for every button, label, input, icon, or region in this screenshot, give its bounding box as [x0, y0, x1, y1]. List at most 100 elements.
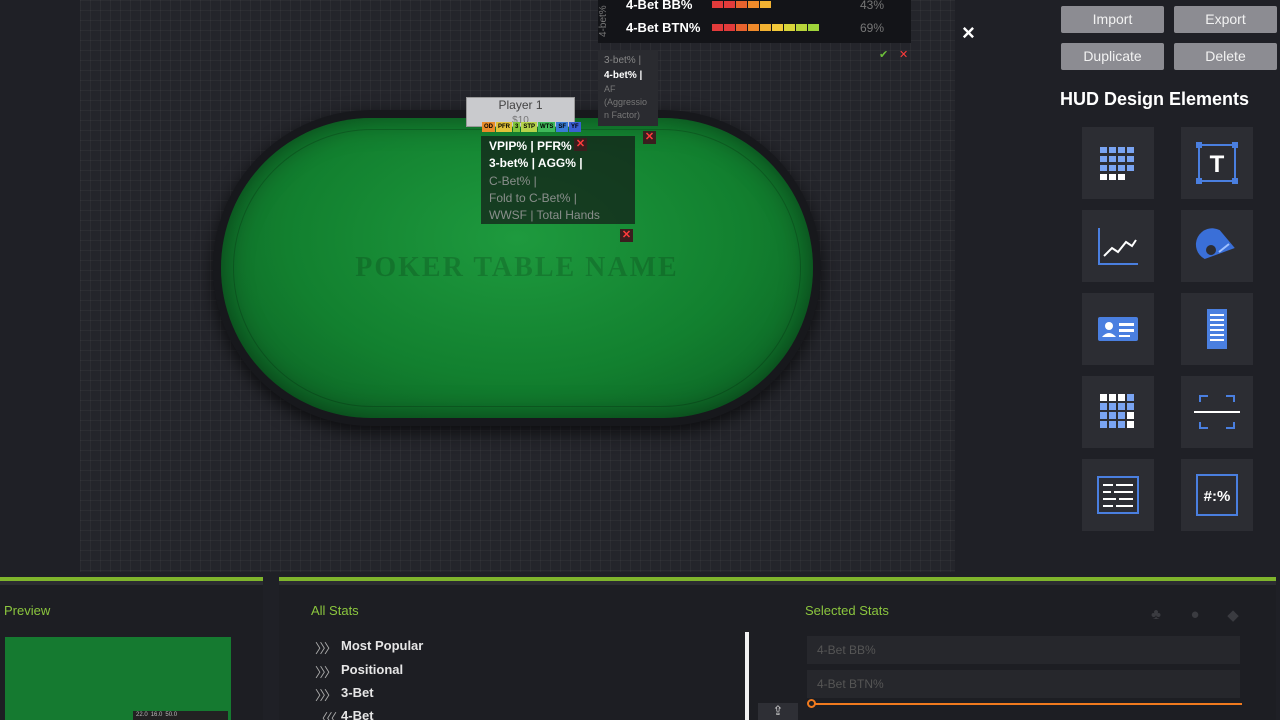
tooltip-line: AF	[604, 84, 616, 94]
heatmap-grid-icon	[1100, 394, 1134, 428]
hud-stat-row[interactable]: Fold to C-Bet% |	[489, 190, 627, 207]
player-card-tile[interactable]	[1082, 293, 1154, 365]
preview-hud-strip: 22.0 16.0 50.0	[133, 711, 228, 720]
line-graph-icon	[1098, 228, 1138, 265]
remove-hud-icon[interactable]: ✕	[620, 229, 633, 242]
popup-stat-bar	[712, 1, 771, 9]
list-panel-tile[interactable]	[1082, 459, 1154, 531]
tooltip-line: 4-bet% |	[604, 70, 643, 81]
stats-panel-header	[279, 577, 1276, 585]
export-button[interactable]: Export	[1174, 6, 1277, 33]
bar-segment	[760, 1, 771, 8]
user-icon[interactable]: ●	[1186, 606, 1204, 624]
popup-stat-bar	[712, 24, 819, 32]
player-card-icon	[1098, 317, 1138, 341]
popup-stat-label: 4-Bet BTN%	[626, 19, 701, 35]
stat-badges: ОD PFR 3 STP WTS SF YF	[482, 122, 581, 132]
tooltip-line: n Factor)	[604, 110, 641, 120]
stat-category[interactable]: 〉〉〉 Most Popular	[315, 638, 423, 657]
tile-text: #:%	[1204, 488, 1231, 505]
popup-stat-label: 4-Bet BB%	[626, 0, 693, 12]
popup-stat-percent: 69%	[860, 21, 885, 35]
stat-badge: ОD	[482, 122, 495, 132]
confirm-icon[interactable]: ✔	[879, 48, 888, 61]
selected-stat-slider-track[interactable]	[812, 703, 1242, 705]
close-icon[interactable]: ×	[962, 20, 975, 46]
number-format-icon: #:%	[1196, 474, 1238, 516]
tooltip-line: (Aggressio	[604, 97, 648, 107]
expand-arrows-icon: 〉〉〉	[315, 688, 337, 703]
heatmap-grid-tile[interactable]	[1082, 376, 1154, 448]
import-button[interactable]: Import	[1061, 6, 1164, 33]
preview-label: Preview	[4, 603, 51, 618]
hud-stat-row[interactable]: C-Bet% |	[489, 173, 627, 190]
expand-arrows-icon: 〉〉〉	[315, 665, 337, 680]
stat-badge: YF	[569, 122, 581, 132]
stat-category[interactable]: 〉〉〉 3-Bet	[315, 685, 374, 704]
tooltip-line: 3-bet% |	[604, 55, 642, 66]
expand-arrows-icon: 〉〉〉	[315, 641, 337, 656]
expand-arrows-icon: 〈〈〈	[315, 711, 337, 720]
move-stat-button[interactable]: ⇪	[758, 703, 798, 720]
selected-stat-slider-handle[interactable]	[807, 699, 816, 708]
gauge-tile[interactable]	[1181, 210, 1253, 282]
line-graph-tile[interactable]	[1082, 210, 1154, 282]
divider-frame-tile[interactable]	[1181, 376, 1253, 448]
stat-badge: 3	[513, 122, 521, 132]
popup-stat-percent: 43%	[860, 0, 885, 12]
tag-icon[interactable]: ◆	[1224, 606, 1242, 624]
stat-badge: STP	[521, 122, 538, 132]
selected-stat-item[interactable]: 4-Bet BTN%	[807, 670, 1240, 698]
bar-segment	[784, 24, 795, 31]
bar-segment	[796, 24, 807, 31]
stat-category[interactable]: 〈〈〈 4-Bet	[315, 708, 374, 720]
bar-segment	[760, 24, 771, 31]
list-panel-icon	[1097, 476, 1139, 514]
cancel-icon[interactable]: ✕	[899, 48, 908, 61]
bar-segment	[736, 1, 747, 8]
remove-panel-icon[interactable]: ✕	[574, 138, 587, 151]
text-label-tile[interactable]: T	[1181, 127, 1253, 199]
selected-stats-label: Selected Stats	[805, 603, 889, 618]
stat-badge: SF	[556, 122, 569, 132]
hud-stat-panel[interactable]: VPIP% | PFR% 3-bet% | AGG% | C-Bet% | Fold …	[481, 136, 635, 224]
bar-segment	[748, 1, 759, 8]
stats-list-scrollbar[interactable]	[745, 632, 749, 720]
document-list-icon	[1207, 309, 1227, 349]
stat-category[interactable]: 〉〉〉 Positional	[315, 662, 403, 681]
preview-panel-header	[0, 577, 263, 585]
number-format-tile[interactable]: #:%	[1181, 459, 1253, 531]
stat-category-label: Most Popular	[341, 638, 424, 653]
text-label-icon: T	[1196, 142, 1238, 184]
bar-segment	[724, 1, 735, 8]
stat-category-label: 3-Bet	[341, 685, 374, 700]
remove-popup-icon[interactable]: ✕	[643, 131, 656, 144]
bar-segment	[808, 24, 819, 31]
preview-stat: 22.0	[136, 712, 148, 718]
grid-stat-tile[interactable]	[1082, 127, 1154, 199]
chip-icon[interactable]: ♣	[1147, 606, 1165, 624]
table-name: POKER TABLE NAME	[355, 252, 679, 283]
bar-segment	[736, 24, 747, 31]
preview-stat: 16.0	[150, 712, 163, 718]
bar-segment	[772, 24, 783, 31]
selected-stat-item[interactable]: 4-Bet BB%	[807, 636, 1240, 664]
stat-tooltip-panel: 3-bet% | 4-bet% | AF (Aggressio n Factor…	[598, 50, 658, 126]
preview-stat: 50.0	[165, 712, 178, 718]
delete-button[interactable]: Delete	[1174, 43, 1277, 70]
gauge-icon	[1195, 228, 1235, 259]
hud-stat-row[interactable]: 3-bet% | AGG% |	[489, 155, 627, 172]
player-name: Player 1	[498, 98, 543, 112]
hud-stat-row[interactable]: VPIP% | PFR%	[489, 138, 627, 155]
stat-badge: PFR	[496, 122, 512, 132]
bar-segment	[748, 24, 759, 31]
stat-category-label: 4-Bet	[341, 708, 374, 720]
all-stats-label: All Stats	[311, 603, 359, 618]
document-list-tile[interactable]	[1181, 293, 1253, 365]
hud-design-elements-title: HUD Design Elements	[1060, 89, 1250, 109]
divider-frame-icon	[1194, 395, 1240, 429]
stat-badge: WTS	[538, 122, 556, 132]
hud-stat-row[interactable]: WWSF | Total Hands	[489, 207, 627, 224]
duplicate-button[interactable]: Duplicate	[1061, 43, 1164, 70]
tile-text: T	[1210, 151, 1225, 178]
